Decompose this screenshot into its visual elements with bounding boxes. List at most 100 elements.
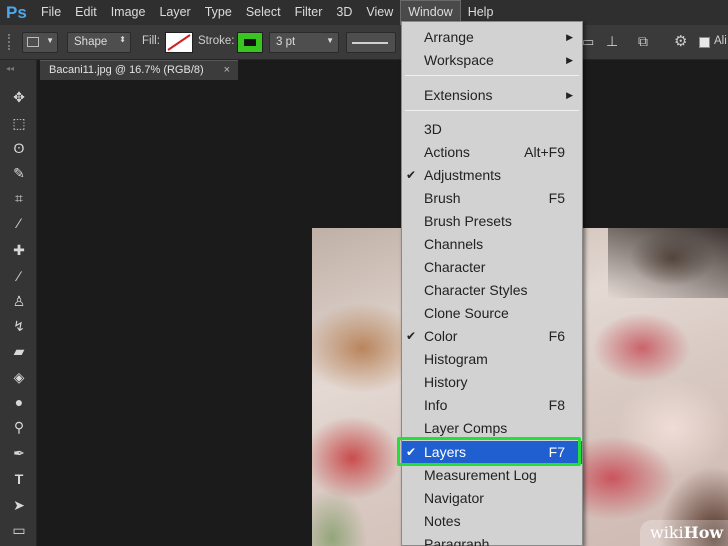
submenu-arrow-icon: ▶ [566,32,573,42]
menu-item-label: Info [424,397,448,413]
watermark-suffix: How [683,523,724,542]
menu-item-arrange[interactable]: Arrange ▶ [402,26,582,49]
menu-item-label: Measurement Log [424,467,537,483]
menu-item-workspace[interactable]: Workspace ▶ [402,49,582,72]
marquee-tool-icon[interactable]: ⬚ [9,113,29,133]
menu-item-color[interactable]: ✔ Color F6 [402,325,582,348]
checkmark-icon: ✔ [406,168,417,182]
chevron-down-icon: ▼ [46,36,54,45]
close-icon[interactable]: × [224,64,230,76]
menu-item-brush-presets[interactable]: Brush Presets [402,210,582,233]
menu-item-paragraph[interactable]: Paragraph [402,533,582,546]
menu-item-label: Character [424,259,486,275]
quick-selection-tool-icon[interactable]: ✎ [9,163,29,183]
menu-item-history[interactable]: History [402,371,582,394]
menu-item-label: Brush [424,190,461,206]
menu-item-label: Histogram [424,351,488,367]
menu-item-label: Adjustments [424,167,502,183]
tool-preset-picker[interactable]: ▼ [22,32,58,53]
photoshop-logo: Ps [6,2,27,22]
submenu-arrow-icon: ▶ [566,55,573,65]
lasso-tool-icon[interactable]: ʘ [9,138,29,158]
menu-item-measurement-log[interactable]: Measurement Log [402,464,582,487]
menu-item-label: Workspace [424,52,494,68]
rectangle-shape-tool-icon[interactable]: ▭ [9,520,29,540]
no-fill-slash-icon [167,34,191,51]
menu-separator [405,75,579,76]
type-tool-icon[interactable]: T [9,469,29,489]
menu-item-shortcut: F6 [548,328,565,344]
menu-layer[interactable]: Layer [152,0,197,25]
menu-item-label: Color [424,328,458,344]
menu-3d[interactable]: 3D [329,0,359,25]
eraser-tool-icon[interactable]: ▰ [9,341,29,361]
panel-collapse-icon[interactable]: ◂◂ [6,64,30,73]
stroke-type-select[interactable] [346,32,396,53]
shape-mode-value: Shape [74,36,108,48]
menu-view[interactable]: View [359,0,400,25]
menu-item-brush[interactable]: Brush F5 [402,187,582,210]
menu-item-label: Actions [424,144,470,160]
menu-file[interactable]: File [34,0,68,25]
menu-item-character-styles[interactable]: Character Styles [402,279,582,302]
menu-image[interactable]: Image [104,0,153,25]
shape-mode-select[interactable]: Shape ⬍ [67,32,131,53]
menu-edit[interactable]: Edit [68,0,104,25]
stroke-width-input[interactable]: 3 pt ▼ [269,32,339,53]
menu-item-histogram[interactable]: Histogram [402,348,582,371]
image-shadow [608,228,728,298]
stroke-indicator [243,38,257,47]
menu-item-adjustments[interactable]: ✔ Adjustments [402,164,582,187]
menu-item-label: History [424,374,468,390]
menu-type[interactable]: Type [198,0,239,25]
path-selection-tool-icon[interactable]: ➤ [9,495,29,515]
paint-bucket-tool-icon[interactable]: ◈ [9,367,29,387]
document-title: Bacani11.jpg @ 16.7% (RGB/8) [49,64,204,76]
menu-item-navigator[interactable]: Navigator [402,487,582,510]
submenu-arrow-icon: ▶ [566,90,573,100]
document-tab[interactable]: Bacani11.jpg @ 16.7% (RGB/8) × [40,60,238,80]
menu-item-info[interactable]: Info F8 [402,394,582,417]
menu-item-label: Extensions [424,87,493,103]
stroke-swatch[interactable] [237,32,263,53]
menu-filter[interactable]: Filter [288,0,330,25]
options-bar: ▼ Shape ⬍ Fill: Stroke: 3 pt ▼ ▭ ⊥ ⧉ ⚙ A… [0,25,728,60]
pen-tool-icon[interactable]: ✒ [9,443,29,463]
stroke-label: Stroke: [198,35,235,47]
menu-item-character[interactable]: Character [402,256,582,279]
rectangle-tool-icon [27,37,39,47]
menu-item-label: Clone Source [424,305,509,321]
menu-item-channels[interactable]: Channels [402,233,582,256]
brush-tool-icon[interactable]: ∕ [9,266,29,286]
blur-tool-icon[interactable]: ● [9,392,29,412]
clone-stamp-tool-icon[interactable]: ♙ [9,291,29,311]
chevron-down-icon: ▼ [326,36,334,45]
menu-item-actions[interactable]: Actions Alt+F9 [402,141,582,164]
menu-item-extensions[interactable]: Extensions ▶ [402,84,582,107]
menu-item-shortcut: F8 [548,397,565,413]
path-operations-icon[interactable]: ⧉ [638,33,656,54]
menu-item-3d[interactable]: 3D [402,118,582,141]
checkmark-icon: ✔ [406,329,417,343]
menu-select[interactable]: Select [239,0,288,25]
align-icon[interactable]: ▭ [582,34,596,55]
history-brush-tool-icon[interactable]: ↯ [9,316,29,336]
menu-item-notes[interactable]: Notes [402,510,582,533]
layers-highlight-outline [397,437,581,466]
move-tool-icon[interactable]: ✥ [9,87,29,107]
healing-brush-tool-icon[interactable]: ✚ [9,240,29,260]
dodge-tool-icon[interactable]: ⚲ [9,417,29,437]
menu-item-label: Arrange [424,29,474,45]
watermark-prefix: wiki [650,523,684,542]
gear-icon[interactable]: ⚙ [674,32,692,53]
crop-tool-icon[interactable]: ⌗ [9,188,29,208]
path-arrangement-icon[interactable]: ⊥ [606,33,622,54]
menu-item-label: Paragraph [424,536,490,546]
menu-item-label: Channels [424,236,484,252]
eyedropper-tool-icon[interactable]: ⁄ [9,213,29,233]
align-edges-checkbox[interactable] [699,37,710,48]
menu-item-shortcut: Alt+F9 [524,144,565,160]
menu-item-clone-source[interactable]: Clone Source [402,302,582,325]
window-menu-dropdown: Arrange ▶ Workspace ▶ Extensions ▶ 3D Ac… [401,21,583,546]
fill-swatch[interactable] [165,32,193,53]
